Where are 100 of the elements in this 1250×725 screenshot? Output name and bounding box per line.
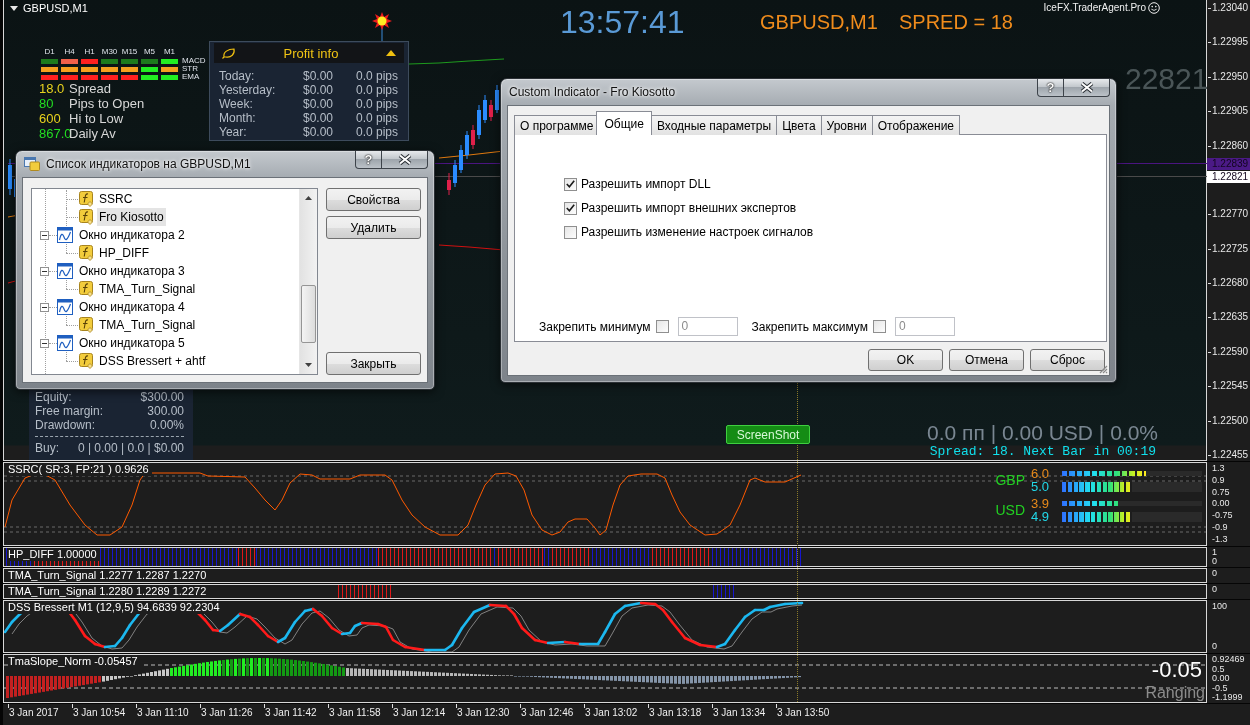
arrow-up-icon[interactable] [305,196,312,200]
tree-item[interactable]: Окно индикатора 3 [77,262,187,280]
axis-tick-label: 1.3 [1212,463,1226,474]
checkbox-label: Разрешить импорт внешних экспертов [581,201,797,215]
leaf-icon [222,47,236,59]
checkbox[interactable] [564,177,577,191]
function-icon [79,191,93,207]
minus-box-icon[interactable] [40,302,49,312]
strength-value: 6.0 [1031,467,1051,480]
caret-icon[interactable] [10,5,18,11]
profit-amount: $0.00 [301,69,333,83]
axis-tick-label: 0.92469 [1212,655,1246,664]
price-label: 1.22839 [1207,158,1250,170]
indicator-label: STR [182,65,198,73]
axis-tick-label: 0 [1212,569,1218,578]
tree-item[interactable]: DSS Bressert + ahtf [97,352,208,370]
dialog-title: Custom Indicator - Fro Kiosotto [509,85,676,99]
screenshot-button[interactable]: ScreenShot [726,425,810,444]
dialog-button[interactable]: Свойства [326,188,421,211]
close-button[interactable] [1064,79,1110,97]
tree-item[interactable]: HP_DIFF [97,244,151,262]
bar-timer: Spread: 18. Next Bar in 00:19 [929,445,1156,459]
indicator-title: DSS Bressert M1 (12,9,5) 94.6839 92.2304 [8,601,223,614]
resize-grip-icon[interactable] [1098,364,1108,374]
clock-readout: 13:57:41 [560,4,685,40]
profit-pips: 0.0 pips [354,69,398,83]
timeframe-label: H4 [63,46,76,57]
time-tick-label: 3 Jan 10:54 [73,704,137,725]
axis-tick-label: 0.5 [1212,664,1226,674]
time-tick-label: 3 Jan 13:34 [713,704,777,725]
axis-tick-label: 0.00 [1212,674,1231,683]
tab[interactable]: Цвета [776,115,822,135]
dialog-button[interactable]: Закрыть [326,352,421,375]
period-label: Week: [219,97,254,111]
tree-item[interactable]: Окно индикатора 5 [77,334,187,352]
check-icon [566,204,575,212]
stat-figure: 18.0 [39,81,66,96]
axis-tick-label: -0.75 [1212,510,1234,522]
stat-caption: Spread [69,81,111,96]
chart-window-icon [57,227,73,243]
tab[interactable]: Отображение [871,115,960,135]
profit-pips: 0.0 pips [354,97,398,111]
scrollbar-thumb[interactable] [301,285,316,343]
axis-tick-label: 0 [1212,641,1218,652]
stat-figure: 80 [39,96,55,111]
timeframe-label: H1 [83,46,96,57]
time-tick-label: 3 Jan 13:02 [585,704,649,725]
window-icon [24,157,40,171]
axis-tick-label: 0 [1212,557,1218,566]
function-icon [79,317,93,333]
account-value: 0 | 0.00 | 0.0 | $0.00 [77,441,184,455]
smiley-icon [1148,1,1160,14]
time-tick-label: 3 Jan 12:30 [457,704,521,725]
close-icon [1079,82,1094,93]
caret-up-icon[interactable] [386,50,396,56]
close-icon [397,154,412,165]
time-tick-label: 3 Jan 12:14 [393,704,457,725]
checkbox[interactable] [564,201,577,215]
tree-item[interactable]: TMA_Turn_Signal [97,316,198,334]
account-label: Drawdown: [35,418,96,432]
dialog-button[interactable]: Сброс [1030,349,1105,371]
chart-title: GBPUSD,M1 [23,1,88,15]
function-icon [79,245,93,261]
strength-value: 4.9 [1031,510,1051,523]
tab[interactable]: Входные параметры [650,115,778,135]
minus-box-icon[interactable] [40,266,49,276]
account-value: $300.00 [140,390,184,404]
time-tick-label: 3 Jan 11:58 [329,704,393,725]
dialog-button[interactable]: OK [868,349,943,371]
checkbox-label: Разрешить изменение настроек сигналов [581,225,814,239]
timeframe-label: M15 [121,46,138,57]
dialog-button[interactable]: Удалить [326,216,421,239]
arrow-down-icon[interactable] [305,363,312,367]
indicator-label: EMA [182,73,200,81]
stat-figure: 867.0 [39,126,69,141]
minus-box-icon[interactable] [40,338,49,348]
axis-tick-label: -0.9 [1212,522,1229,534]
tab[interactable]: Общие [596,111,652,135]
timeframe-label: M1 [162,46,177,57]
axis-tick-label: -1.3 [1212,533,1229,545]
account-label: Free margin: [35,404,104,418]
tab[interactable]: Уровни [820,115,873,135]
profit-amount: $0.00 [301,125,333,139]
tree-item[interactable]: TMA_Turn_Signal [97,280,198,298]
period-label: Month: [219,111,257,125]
checkbox-label: Закрепить минимум [539,319,651,334]
tree-item[interactable]: Окно индикатора 2 [77,226,187,244]
stat-caption: Pips to Open [69,96,145,111]
scrollbar[interactable] [299,189,317,374]
minus-box-icon[interactable] [40,230,49,240]
tree-item[interactable]: Окно индикатора 4 [77,298,187,316]
chart-window-icon [57,263,73,279]
dialog-button[interactable]: Отмена [949,349,1024,371]
checkbox-label: Закрепить максимум [751,319,868,334]
checkbox[interactable] [564,225,577,239]
profit-amount: $0.00 [301,111,333,125]
chart-window-icon [57,335,73,351]
function-icon [79,353,93,369]
time-tick-label: 3 Jan 11:26 [201,704,265,725]
account-label: Equity: [35,390,72,404]
